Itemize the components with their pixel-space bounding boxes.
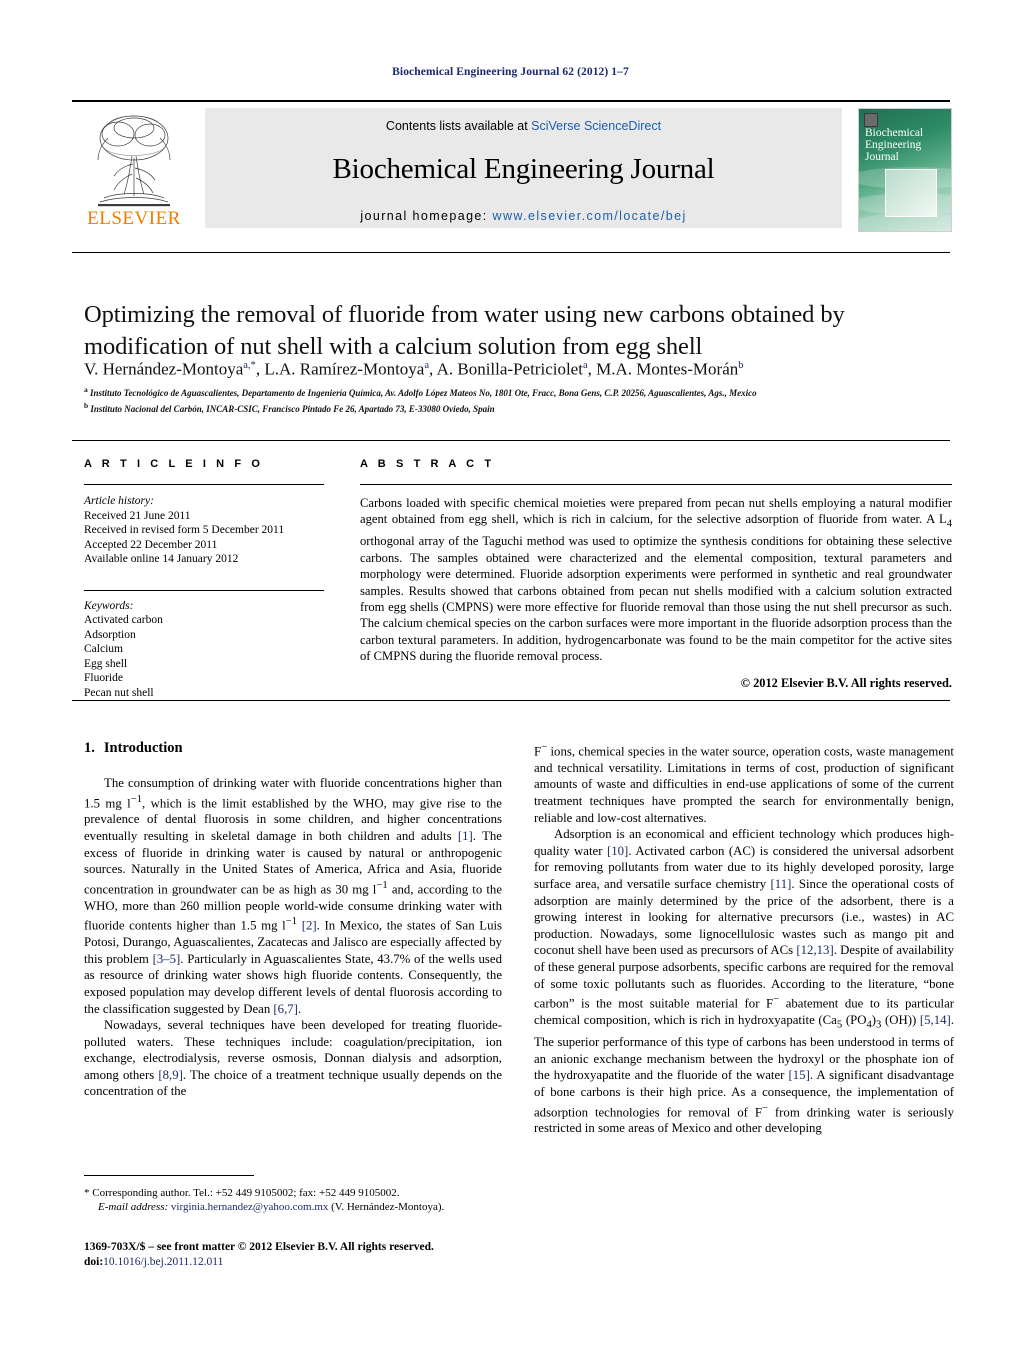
- article-history-block: Article history: Received 21 June 2011 R…: [84, 494, 324, 567]
- abstract-heading: A B S T R A C T: [360, 458, 495, 470]
- contents-prefix: Contents lists available at: [385, 119, 532, 133]
- keyword-item: Calcium: [84, 643, 123, 655]
- copyright-line: © 2012 Elsevier B.V. All rights reserved…: [740, 675, 952, 690]
- history-item: Received 21 June 2011: [84, 509, 191, 522]
- article-info-column: A R T I C L E I N F O Article history: R…: [84, 458, 324, 700]
- elsevier-tree-icon: [97, 115, 171, 207]
- journal-title: Biochemical Engineering Journal: [332, 153, 715, 185]
- article-history-label: Article history:: [84, 495, 154, 507]
- abstract-text: Carbons loaded with specific chemical mo…: [360, 496, 952, 664]
- keywords-rule: [84, 589, 324, 591]
- cover-image-inset: [885, 169, 937, 217]
- contents-available-line: Contents lists available at SciVerse Sci…: [205, 119, 842, 133]
- corresponding-author-note: * Corresponding author. Tel.: +52 449 91…: [84, 1187, 400, 1199]
- article-info-rule: [84, 484, 324, 485]
- journal-header-box: Contents lists available at SciVerse Sci…: [205, 108, 842, 228]
- sciencedirect-link[interactable]: SciVerse ScienceDirect: [531, 119, 661, 133]
- journal-homepage-line: journal homepage: www.elsevier.com/locat…: [205, 209, 842, 223]
- article-info-heading: A R T I C L E I N F O: [84, 458, 264, 470]
- keyword-item: Fluoride: [84, 672, 123, 684]
- email-link[interactable]: virginia.hernandez@yahoo.com.mx: [171, 1201, 328, 1213]
- masthead-top-rule: [72, 100, 950, 102]
- history-item: Available online 14 January 2012: [84, 553, 239, 565]
- footnote-block: * Corresponding author. Tel.: +52 449 91…: [84, 1186, 514, 1214]
- paragraph: F− ions, chemical species in the water s…: [534, 742, 954, 825]
- journal-homepage-link[interactable]: www.elsevier.com/locate/bej: [493, 209, 687, 223]
- doi-line: doi:10.1016/j.bej.2011.12.011: [84, 1255, 514, 1270]
- elsevier-logo: ELSEVIER: [74, 108, 194, 229]
- affiliations: a Instituto Tecnológico de Aguascaliente…: [84, 384, 964, 415]
- section-heading-introduction: 1. Introduction: [84, 740, 502, 757]
- body-column-right: F− ions, chemical species in the water s…: [534, 740, 954, 1137]
- journal-masthead: ELSEVIER Contents lists available at Sci…: [72, 100, 952, 232]
- paragraph: Adsorption is an economical and efficien…: [534, 827, 955, 1136]
- affiliation-a: a Instituto Tecnológico de Aguascaliente…: [84, 385, 757, 398]
- abstract-rule: [360, 484, 952, 485]
- email-note: E-mail address: virginia.hernandez@yahoo…: [84, 1200, 514, 1214]
- keyword-item: Activated carbon: [84, 614, 163, 626]
- issn-block: 1369-703X/$ – see front matter © 2012 El…: [84, 1240, 514, 1269]
- title-separator-rule: [72, 252, 950, 253]
- email-label: E-mail address:: [98, 1201, 169, 1213]
- paper-page: Biochemical Engineering Journal 62 (2012…: [0, 0, 1021, 1351]
- paragraph: The consumption of drinking water with f…: [84, 776, 503, 1016]
- info-bottom-rule: [72, 700, 950, 701]
- issn-line: 1369-703X/$ – see front matter © 2012 El…: [84, 1241, 434, 1253]
- keywords-block: Keywords: Activated carbon Adsorption Ca…: [84, 599, 324, 701]
- journal-cover-thumbnail: Biochemical Engineering Journal: [858, 108, 952, 232]
- cover-corner-mark: [864, 113, 878, 127]
- doi-link[interactable]: 10.1016/j.bej.2011.12.011: [103, 1256, 223, 1268]
- keyword-item: Egg shell: [84, 657, 128, 670]
- section-number: 1.: [84, 740, 95, 756]
- homepage-prefix: journal homepage:: [360, 209, 493, 223]
- abstract-column: A B S T R A C T Carbons loaded with spec…: [360, 458, 952, 691]
- info-top-rule: [72, 440, 950, 441]
- section-title: Introduction: [103, 740, 183, 756]
- author-list: V. Hernández-Montoyaa,*, L.A. Ramírez-Mo…: [84, 359, 744, 379]
- history-item: Received in revised form 5 December 2011: [84, 524, 285, 536]
- affiliation-a-text: Instituto Tecnológico de Aguascalientes,…: [90, 388, 757, 398]
- keyword-item: Pecan nut shell: [84, 686, 154, 699]
- paragraph: Nowadays, several techniques have been d…: [84, 1018, 502, 1099]
- footnote-separator: [84, 1175, 254, 1176]
- running-head: Biochemical Engineering Journal 62 (2012…: [392, 66, 629, 78]
- doi-label: doi:: [84, 1255, 104, 1268]
- body-column-left: 1. Introduction The consumption of drinki…: [84, 740, 502, 1100]
- keywords-label: Keywords:: [84, 599, 134, 612]
- affiliation-b: b Instituto Nacional del Carbón, INCAR-C…: [84, 400, 495, 414]
- email-author: (V. Hernández-Montoya).: [331, 1201, 445, 1213]
- keyword-item: Adsorption: [84, 628, 136, 641]
- elsevier-wordmark: ELSEVIER: [87, 208, 181, 229]
- affiliation-b-text: Instituto Nacional del Carbón, INCAR-CSI…: [90, 403, 495, 414]
- history-item: Accepted 22 December 2011: [84, 538, 218, 551]
- cover-title: Biochemical Engineering Journal: [865, 127, 924, 163]
